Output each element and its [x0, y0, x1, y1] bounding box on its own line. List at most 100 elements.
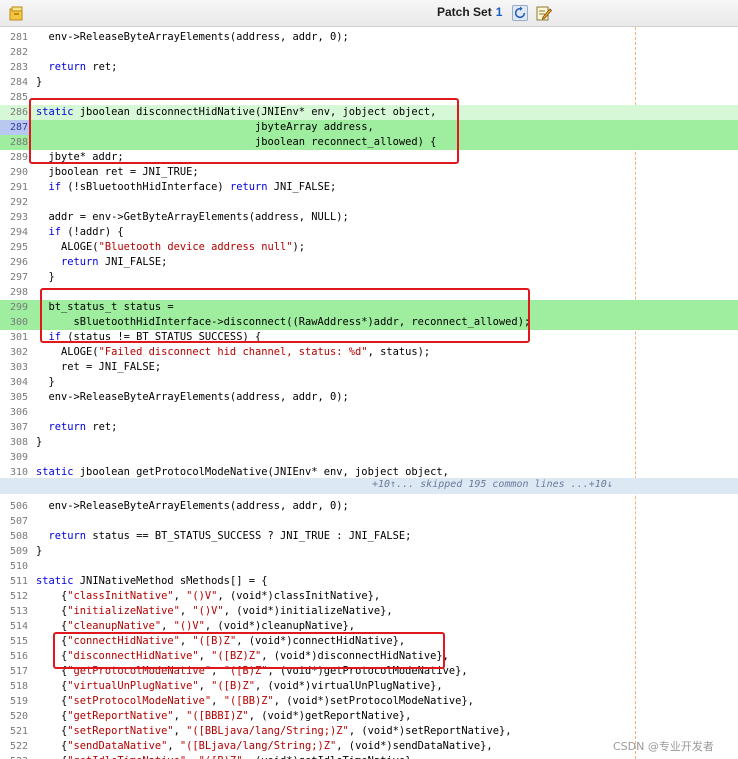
code-line[interactable]: 284} [0, 75, 738, 90]
highlight-box-disconnect-call [40, 288, 530, 343]
line-number: 291 [9, 182, 28, 193]
line-number: 281 [9, 32, 28, 43]
code-line[interactable]: 303 ret = JNI_FALSE; [0, 360, 738, 375]
code-line[interactable]: 521 {"setReportNative", "([BBLjava/lang/… [0, 724, 738, 739]
highlight-box-method-table [53, 632, 445, 669]
code-line[interactable]: 518 {"virtualUnPlugNative", "([B)Z", (vo… [0, 679, 738, 694]
code-line[interactable]: 513 {"initializeNative", "()V", (void*)i… [0, 604, 738, 619]
code-text: {"getReportNative", "([BBBI)Z", (void*)g… [36, 710, 412, 722]
code-line[interactable]: 519 {"setProtocolModeNative", "([BB)Z", … [0, 694, 738, 709]
code-text: if (!addr) { [48, 226, 124, 238]
code-text: {"classInitNative", "()V", (void*)classI… [36, 590, 381, 602]
code-text: return ret; [48, 421, 118, 433]
code-line[interactable]: 305 env->ReleaseByteArrayElements(addres… [0, 390, 738, 405]
line-number: 308 [9, 437, 28, 448]
line-number: 518 [9, 681, 28, 692]
line-number: 282 [9, 47, 28, 58]
line-number: 509 [9, 546, 28, 557]
code-text: env->ReleaseByteArrayElements(address, a… [36, 500, 349, 512]
code-line[interactable]: 507 [0, 514, 738, 529]
code-line[interactable]: 308} [0, 435, 738, 450]
code-text: } [36, 76, 43, 88]
watermark: CSDN @专业开发者 [613, 740, 714, 753]
code-line[interactable]: 292 [0, 195, 738, 210]
code-line[interactable]: 302 ALOGE("Failed disconnect hid channel… [0, 345, 738, 360]
skipped-lines-band[interactable]: +10↑... skipped 195 common lines ...+10↓ [0, 478, 738, 494]
code-line[interactable]: 307 return ret; [0, 420, 738, 435]
code-line[interactable]: 510 [0, 559, 738, 574]
code-line[interactable]: 509} [0, 544, 738, 559]
line-number: 507 [9, 516, 28, 527]
line-number: 307 [9, 422, 28, 433]
skipped-lines-label[interactable]: +10↑... skipped 195 common lines ...+10↓ [372, 479, 613, 490]
code-text: } [36, 545, 43, 557]
toolbar: Patch Set 1 [0, 0, 738, 27]
edit-icon[interactable] [536, 5, 552, 21]
code-text: } [36, 271, 55, 283]
code-line[interactable]: 296 return JNI_FALSE; [0, 255, 738, 270]
line-number: 303 [9, 362, 28, 373]
code-text: {"getIdleTimeNative", "([B)Z", (void*)ge… [36, 754, 418, 759]
line-number: 305 [9, 392, 28, 403]
line-number: 519 [9, 696, 28, 707]
line-number: 300 [9, 317, 28, 328]
code-line[interactable]: 281 env->ReleaseByteArrayElements(addres… [0, 30, 738, 45]
code-text: return status == BT_STATUS_SUCCESS ? JNI… [48, 530, 412, 542]
code-line[interactable]: 293 addr = env->GetByteArrayElements(add… [0, 210, 738, 225]
refresh-icon[interactable] [512, 5, 528, 21]
code-text: env->ReleaseByteArrayElements(address, a… [36, 391, 349, 403]
line-number: 523 [0, 754, 30, 759]
line-number: 296 [9, 257, 28, 268]
code-text: jboolean ret = JNI_TRUE; [36, 166, 199, 178]
line-number: 288 [9, 137, 28, 148]
patch-set-title: Patch Set 1 [437, 5, 502, 19]
patch-set-number[interactable]: 1 [496, 5, 503, 19]
code-line[interactable]: 523 {"getIdleTimeNative", "([B)Z", (void… [0, 754, 738, 759]
line-number: 515 [9, 636, 28, 647]
line-number: 292 [9, 197, 28, 208]
code-line[interactable]: 506 env->ReleaseByteArrayElements(addres… [0, 499, 738, 514]
line-number: 302 [9, 347, 28, 358]
code-line[interactable]: 297 } [0, 270, 738, 285]
code-text: {"setProtocolModeNative", "([BB)Z", (voi… [36, 695, 474, 707]
code-text: {"setReportNative", "([BBLjava/lang/Stri… [36, 725, 512, 737]
code-line[interactable]: 511 static JNINativeMethod sMethods[] = { [0, 574, 738, 589]
code-line[interactable]: 309 [0, 450, 738, 465]
code-line[interactable]: 290 jboolean ret = JNI_TRUE; [0, 165, 738, 180]
line-number: 510 [9, 561, 28, 572]
code-line[interactable]: 294 if (!addr) { [0, 225, 738, 240]
code-text: env->ReleaseByteArrayElements(address, a… [36, 31, 349, 43]
patch-app-icon [9, 6, 23, 21]
highlight-box-signature [29, 98, 459, 164]
line-number: 520 [9, 711, 28, 722]
line-number: 306 [9, 407, 28, 418]
code-line[interactable]: 282 [0, 45, 738, 60]
line-number: 294 [9, 227, 28, 238]
line-number: 297 [9, 272, 28, 283]
code-text: addr = env->GetByteArrayElements(address… [36, 211, 349, 223]
code-line[interactable]: 306 [0, 405, 738, 420]
line-number: 295 [9, 242, 28, 253]
code-line[interactable]: 512 {"classInitNative", "()V", (void*)cl… [0, 589, 738, 604]
code-text: {"initializeNative", "()V", (void*)initi… [36, 605, 393, 617]
line-number: 513 [9, 606, 28, 617]
code-text: return JNI_FALSE; [61, 256, 168, 268]
code-text: {"sendDataNative", "([BLjava/lang/String… [36, 740, 493, 752]
line-number: 301 [9, 332, 28, 343]
code-line[interactable]: 508 return status == BT_STATUS_SUCCESS ?… [0, 529, 738, 544]
code-text: ret = JNI_FALSE; [36, 361, 162, 373]
code-text: ALOGE("Bluetooth device address null"); [36, 241, 306, 253]
code-text: static JNINativeMethod sMethods[] = { [36, 575, 268, 587]
line-number: 289 [9, 152, 28, 163]
line-number: 299 [9, 302, 28, 313]
code-line[interactable]: 291 if (!sBluetoothHidInterface) return … [0, 180, 738, 195]
line-number: 511 [9, 576, 28, 587]
line-number: 514 [9, 621, 28, 632]
code-line[interactable]: 283 return ret; [0, 60, 738, 75]
code-line[interactable]: 520 {"getReportNative", "([BBBI)Z", (voi… [0, 709, 738, 724]
line-number: 284 [9, 77, 28, 88]
line-number: 522 [9, 741, 28, 752]
code-line[interactable]: 304 } [0, 375, 738, 390]
code-line[interactable]: 295 ALOGE("Bluetooth device address null… [0, 240, 738, 255]
title-text: Patch Set [437, 5, 492, 19]
